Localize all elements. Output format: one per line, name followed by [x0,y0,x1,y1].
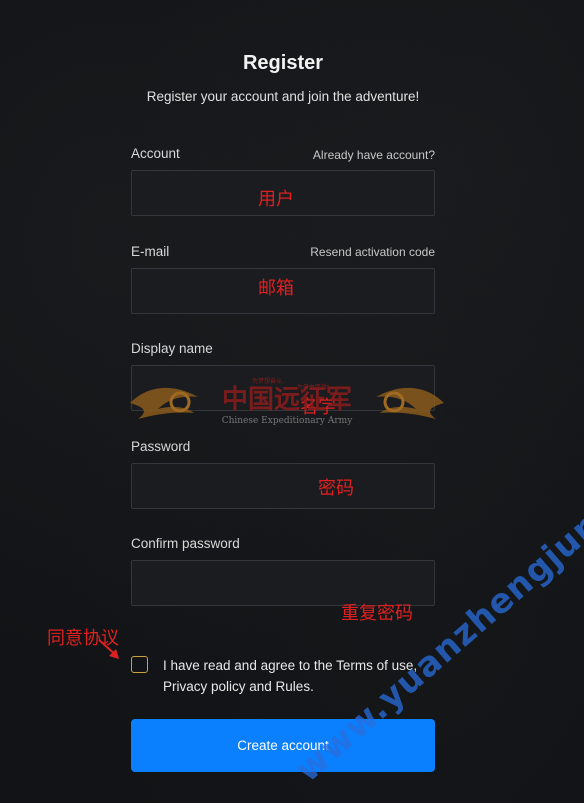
create-account-button[interactable]: Create account [131,719,435,772]
email-field[interactable] [131,268,435,314]
display-name-field[interactable] [131,365,435,411]
account-field[interactable] [131,170,435,216]
create-account-label: Create account [237,738,329,753]
password-label: Password [131,439,191,454]
resend-activation-link[interactable]: Resend activation code [310,245,435,259]
annotation-arrow-icon [98,639,119,659]
page-subtitle: Register your account and join the adven… [146,89,420,104]
confirm-password-label: Confirm password [131,536,240,551]
display-name-input[interactable] [132,366,434,410]
email-input[interactable] [132,269,434,313]
password-input[interactable] [132,464,434,508]
display-name-label: Display name [131,341,213,356]
email-label: E-mail [131,244,170,259]
agree-checkbox[interactable] [131,656,148,673]
already-have-account-link[interactable]: Already have account? [313,148,435,162]
confirm-password-field[interactable] [131,560,435,606]
account-label: Account [131,146,180,161]
page-title: Register [242,52,324,74]
agree-text: I have read and agree to the Terms of us… [163,658,418,694]
account-input[interactable] [132,171,434,215]
confirm-password-input[interactable] [132,561,434,605]
password-field[interactable] [131,463,435,509]
